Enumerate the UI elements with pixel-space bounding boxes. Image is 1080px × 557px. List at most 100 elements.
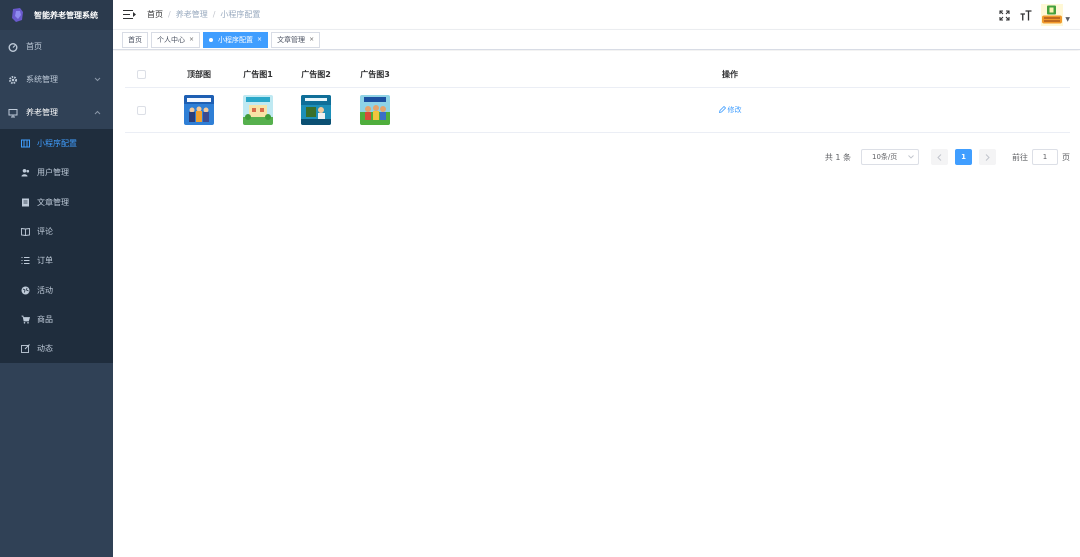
tag-label: 个人中心 <box>157 35 185 44</box>
fullscreen-icon[interactable] <box>997 8 1011 22</box>
page-size-select[interactable]: 10条/页 <box>861 149 919 165</box>
next-page-button[interactable] <box>979 149 996 165</box>
tag-label: 文章管理 <box>277 35 306 44</box>
edit-icon <box>20 344 30 354</box>
submenu-elderly-care: 小程序配置 用户管理 文章管理 评论 订单 活动 商品 动态 <box>0 129 113 364</box>
sidebar-item-label: 文章管理 <box>37 197 69 207</box>
book-icon <box>20 227 30 237</box>
hamburger-icon[interactable] <box>123 9 136 20</box>
top-image-thumbnail[interactable] <box>184 95 214 125</box>
sidebar-item-label: 订单 <box>37 256 53 266</box>
prev-page-button[interactable] <box>931 149 948 165</box>
sidebar-item-activities[interactable]: 活动 <box>0 275 113 304</box>
sidebar: 智能养老管理系统 首页 系统管理 养老管理 小程序配置 用户管理 文章管理 评论… <box>0 0 113 557</box>
pagination: 共 1 条 10条/页 1 前往 1 页 <box>825 149 1070 165</box>
tag-article-management[interactable]: 文章管理 × <box>271 31 321 48</box>
page-size-value: 10条/页 <box>872 153 898 161</box>
sidebar-item-products[interactable]: 商品 <box>0 305 113 334</box>
app-title: 智能养老管理系统 <box>34 10 98 20</box>
globe-icon <box>20 285 30 295</box>
sidebar-item-label: 活动 <box>37 285 53 295</box>
breadcrumb-home[interactable]: 首页 <box>147 9 163 20</box>
ad-image-3-thumbnail[interactable] <box>360 95 390 125</box>
sidebar-item-label: 系统管理 <box>26 75 58 84</box>
main-content: 顶部图 广告图1 广告图2 广告图3 操作 修改 共 1 条 10条/页 1 前… <box>113 51 1080 557</box>
sidebar-item-label: 小程序配置 <box>37 139 77 149</box>
ad-image-2-thumbnail[interactable] <box>301 95 331 125</box>
navbar-tools: ▼ <box>989 0 1070 30</box>
list-icon <box>20 256 30 266</box>
pagination-total: 共 1 条 <box>824 152 851 162</box>
column-header-actions: 操作 <box>722 70 738 79</box>
column-header-ad-image-3: 广告图3 <box>360 70 390 79</box>
tag-personal-center[interactable]: 个人中心 × <box>151 31 201 48</box>
document-icon <box>20 197 30 207</box>
row-checkbox-cell <box>136 88 146 133</box>
sidebar-menu: 首页 系统管理 养老管理 <box>0 30 113 129</box>
sidebar-item-home[interactable]: 首页 <box>0 30 113 63</box>
goto-page-input[interactable]: 1 <box>1032 149 1058 165</box>
edit-button[interactable]: 修改 <box>718 105 742 115</box>
sidebar-item-label: 动态 <box>37 344 53 354</box>
tags-view: 首页 个人中心 × 小程序配置 × 文章管理 × <box>113 30 1080 50</box>
sidebar-item-user-management[interactable]: 用户管理 <box>0 158 113 187</box>
page-number-current[interactable]: 1 <box>955 149 972 165</box>
sidebar-item-label: 评论 <box>37 227 53 237</box>
cart-icon <box>20 314 30 324</box>
header-checkbox-cell <box>136 62 146 88</box>
logo-row: 智能养老管理系统 <box>0 0 113 30</box>
grid-icon <box>20 139 30 149</box>
column-header-ad-image-2: 广告图2 <box>301 70 331 79</box>
ad-image-2-cell <box>286 88 346 133</box>
breadcrumb-separator: / <box>168 10 171 19</box>
goto-prefix: 前往 <box>1012 152 1028 162</box>
close-icon[interactable]: × <box>189 33 194 47</box>
breadcrumb: 首页 / 养老管理 / 小程序配置 <box>147 9 260 20</box>
navbar: 首页 / 养老管理 / 小程序配置 ▼ <box>113 0 1080 30</box>
row-checkbox[interactable] <box>136 105 146 115</box>
sidebar-item-comments[interactable]: 评论 <box>0 217 113 246</box>
table-row: 修改 <box>125 88 1070 133</box>
breadcrumb-elderly-care: 养老管理 <box>175 10 208 19</box>
sidebar-item-miniprogram-config[interactable]: 小程序配置 <box>0 129 113 158</box>
breadcrumb-current: 小程序配置 <box>220 10 261 19</box>
sidebar-item-orders[interactable]: 订单 <box>0 246 113 275</box>
sidebar-item-elderly-care[interactable]: 养老管理 <box>0 96 113 129</box>
edit-button-label: 修改 <box>727 106 742 114</box>
active-dot-icon <box>209 37 214 42</box>
avatar[interactable] <box>1041 4 1064 26</box>
page-jumper: 前往 1 页 <box>1012 149 1070 165</box>
chevron-up-icon <box>94 109 101 117</box>
top-image-cell <box>169 88 229 133</box>
close-icon[interactable]: × <box>309 33 314 47</box>
sidebar-item-label: 商品 <box>37 314 53 324</box>
font-size-icon[interactable] <box>1019 8 1033 22</box>
tag-label: 首页 <box>128 35 142 44</box>
ad-image-3-cell <box>345 88 405 133</box>
edit-icon <box>718 105 726 115</box>
sidebar-item-moments[interactable]: 动态 <box>0 334 113 363</box>
chevron-down-icon <box>908 153 914 161</box>
gear-icon <box>8 75 18 85</box>
table-header: 顶部图 广告图1 广告图2 广告图3 操作 <box>125 62 1070 88</box>
select-all-checkbox[interactable] <box>136 70 146 79</box>
column-header-top-image: 顶部图 <box>187 70 211 79</box>
chevron-down-icon <box>94 76 101 84</box>
actions-cell: 修改 <box>700 88 760 133</box>
sidebar-item-label: 养老管理 <box>26 108 58 117</box>
tag-home[interactable]: 首页 <box>122 31 148 48</box>
chevron-down-icon[interactable]: ▼ <box>1065 16 1070 23</box>
logo-icon <box>12 8 23 22</box>
sidebar-item-label: 用户管理 <box>37 168 69 178</box>
user-icon <box>20 168 30 178</box>
tag-miniprogram-config[interactable]: 小程序配置 × <box>203 31 269 48</box>
sidebar-item-system[interactable]: 系统管理 <box>0 63 113 96</box>
breadcrumb-separator: / <box>212 10 216 19</box>
close-icon[interactable]: × <box>257 33 262 47</box>
goto-suffix: 页 <box>1062 152 1070 162</box>
sidebar-item-article-management[interactable]: 文章管理 <box>0 188 113 217</box>
ad-image-1-cell <box>228 88 288 133</box>
ad-image-1-thumbnail[interactable] <box>243 95 273 125</box>
monitor-icon <box>8 108 18 118</box>
column-header-ad-image-1: 广告图1 <box>243 70 273 79</box>
